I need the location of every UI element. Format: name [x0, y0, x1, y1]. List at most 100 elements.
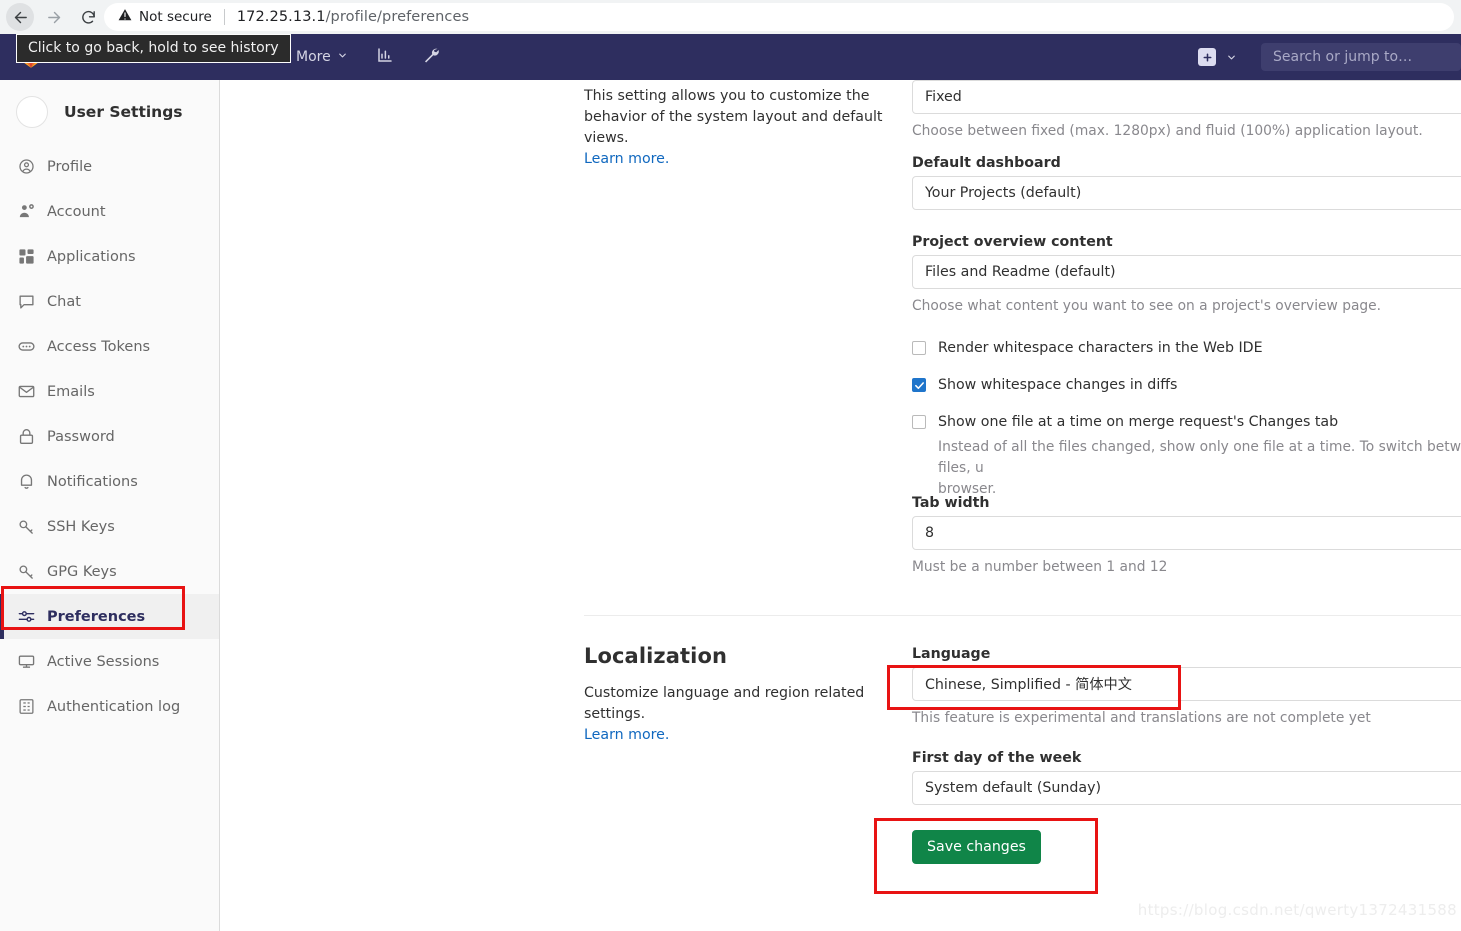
grid-apps-icon — [18, 248, 35, 265]
tab-width-hint: Must be a number between 1 and 12 — [912, 559, 1168, 575]
section-divider — [584, 615, 1461, 616]
sidebar-item-label: Profile — [47, 158, 93, 175]
key-icon — [18, 563, 35, 580]
sidebar-item-label: Applications — [47, 248, 136, 265]
sidebar-item-label: Authentication log — [47, 698, 181, 715]
sidebar-item-notifications[interactable]: Notifications — [0, 459, 219, 504]
sidebar-item-label: Preferences — [47, 608, 146, 625]
user-settings-sidebar: User Settings Profile Account Applicatio… — [0, 80, 220, 931]
navbar-right-group: Search or jump to… — [1198, 34, 1461, 80]
show-whitespace-changes-row[interactable]: Show whitespace changes in diffs — [912, 375, 1461, 395]
token-pill-icon — [18, 338, 35, 355]
arrow-left-icon — [12, 9, 29, 26]
sidebar-item-emails[interactable]: Emails — [0, 369, 219, 414]
sidebar-item-label: Chat — [47, 293, 81, 310]
project-overview-value: Files and Readme (default) — [925, 264, 1116, 280]
sidebar-item-ssh-keys[interactable]: SSH Keys — [0, 504, 219, 549]
sidebar-item-label: Active Sessions — [47, 653, 160, 670]
first-day-field: First day of the week System default (Su… — [912, 750, 1461, 805]
page-title: User Settings — [64, 103, 183, 121]
reload-button[interactable] — [74, 3, 102, 31]
warning-triangle-icon — [118, 8, 132, 26]
project-overview-label: Project overview content — [912, 234, 1113, 250]
sidebar-item-preferences[interactable]: Preferences — [0, 594, 219, 639]
plus-square-icon[interactable] — [1198, 48, 1216, 66]
layout-field: Fixed Choose between fixed (max. 1280px)… — [912, 80, 1461, 142]
first-day-value: System default (Sunday) — [925, 780, 1101, 796]
envelope-icon — [18, 383, 35, 400]
chevron-down-icon — [337, 49, 348, 65]
render-whitespace-checkbox[interactable] — [912, 341, 926, 355]
list-table-icon — [18, 698, 35, 715]
sidebar-item-password[interactable]: Password — [0, 414, 219, 459]
tab-width-value: 8 — [925, 525, 935, 541]
first-day-label: First day of the week — [912, 750, 1082, 766]
key-icon — [18, 518, 35, 535]
show-whitespace-changes-checkbox[interactable] — [912, 378, 926, 392]
sidebar-item-applications[interactable]: Applications — [0, 234, 219, 279]
default-dashboard-value: Your Projects (default) — [925, 185, 1082, 201]
search-placeholder: Search or jump to… — [1273, 49, 1413, 65]
project-overview-select[interactable]: Files and Readme (default) — [912, 255, 1461, 289]
render-whitespace-label: Render whitespace characters in the Web … — [938, 340, 1263, 356]
navbar-item-more[interactable]: More — [282, 34, 362, 80]
save-changes-button[interactable]: Save changes — [912, 830, 1041, 864]
sidebar-item-gpg-keys[interactable]: GPG Keys — [0, 549, 219, 594]
show-one-file-row[interactable]: Show one file at a time on merge request… — [912, 412, 1461, 500]
localization-description-text: Customize language and region related se… — [584, 685, 865, 722]
behavior-description: This setting allows you to customize the… — [584, 86, 884, 170]
url-text: 172.25.13.1/profile/preferences — [237, 9, 469, 25]
behavior-description-text: This setting allows you to customize the… — [584, 88, 883, 146]
lock-icon — [18, 428, 35, 445]
language-label: Language — [912, 646, 991, 662]
show-one-file-label: Show one file at a time on merge request… — [938, 414, 1339, 430]
create-chevron-down-icon[interactable] — [1220, 52, 1243, 63]
sidebar-header: User Settings — [0, 80, 219, 144]
avatar[interactable] — [16, 96, 48, 128]
sidebar-item-chat[interactable]: Chat — [0, 279, 219, 324]
save-button-wrap: Save changes — [912, 830, 1461, 864]
tab-width-input[interactable]: 8 — [912, 516, 1461, 550]
url-path: /profile/preferences — [325, 9, 470, 25]
render-whitespace-row[interactable]: Render whitespace characters in the Web … — [912, 338, 1461, 358]
language-field: Language Chinese, Simplified - 简体中文 This… — [912, 646, 1461, 729]
analytics-chart-icon — [376, 46, 394, 68]
search-input[interactable]: Search or jump to… — [1261, 43, 1461, 71]
sidebar-item-access-tokens[interactable]: Access Tokens — [0, 324, 219, 369]
reload-icon — [80, 9, 97, 26]
address-bar[interactable]: Not secure 172.25.13.1/profile/preferenc… — [104, 3, 1454, 31]
navbar-admin-button[interactable] — [408, 34, 454, 80]
localization-learn-more-link[interactable]: Learn more. — [584, 727, 669, 743]
watermark: https://blog.csdn.net/qwerty1372431588 — [1137, 901, 1457, 919]
preferences-main-content: This setting allows you to customize the… — [220, 80, 1461, 931]
sidebar-item-account[interactable]: Account — [0, 189, 219, 234]
layout-select[interactable]: Fixed — [912, 80, 1461, 114]
security-status[interactable]: Not secure — [118, 8, 212, 26]
omnibox-divider — [223, 9, 225, 25]
user-circle-icon — [18, 158, 35, 175]
localization-section-title: Localization — [584, 644, 728, 668]
sidebar-item-profile[interactable]: Profile — [0, 144, 219, 189]
language-select-value: Chinese, Simplified - 简体中文 — [925, 677, 1132, 693]
bell-icon — [18, 473, 35, 490]
navbar-item-label: More — [296, 49, 331, 65]
comment-icon — [18, 293, 35, 310]
sidebar-item-active-sessions[interactable]: Active Sessions — [0, 639, 219, 684]
tab-width-field: Tab width 8 Must be a number between 1 a… — [912, 495, 1461, 578]
sidebar-item-label: Emails — [47, 383, 95, 400]
browser-toolbar: Not secure 172.25.13.1/profile/preferenc… — [0, 0, 1461, 34]
back-button[interactable] — [6, 3, 34, 31]
language-select[interactable]: Chinese, Simplified - 简体中文 — [912, 667, 1461, 701]
sidebar-item-label: Notifications — [47, 473, 138, 490]
first-day-select[interactable]: System default (Sunday) — [912, 771, 1461, 805]
behavior-learn-more-link[interactable]: Learn more. — [584, 151, 669, 167]
default-dashboard-select[interactable]: Your Projects (default) — [912, 176, 1461, 210]
navbar-analytics-button[interactable] — [362, 34, 408, 80]
sidebar-item-label: SSH Keys — [47, 518, 115, 535]
sidebar-item-authentication-log[interactable]: Authentication log — [0, 684, 219, 729]
sidebar-item-label: Account — [47, 203, 106, 220]
security-label: Not secure — [139, 9, 212, 25]
forward-button[interactable] — [40, 3, 68, 31]
layout-hint: Choose between fixed (max. 1280px) and f… — [912, 123, 1423, 139]
show-one-file-checkbox[interactable] — [912, 415, 926, 429]
